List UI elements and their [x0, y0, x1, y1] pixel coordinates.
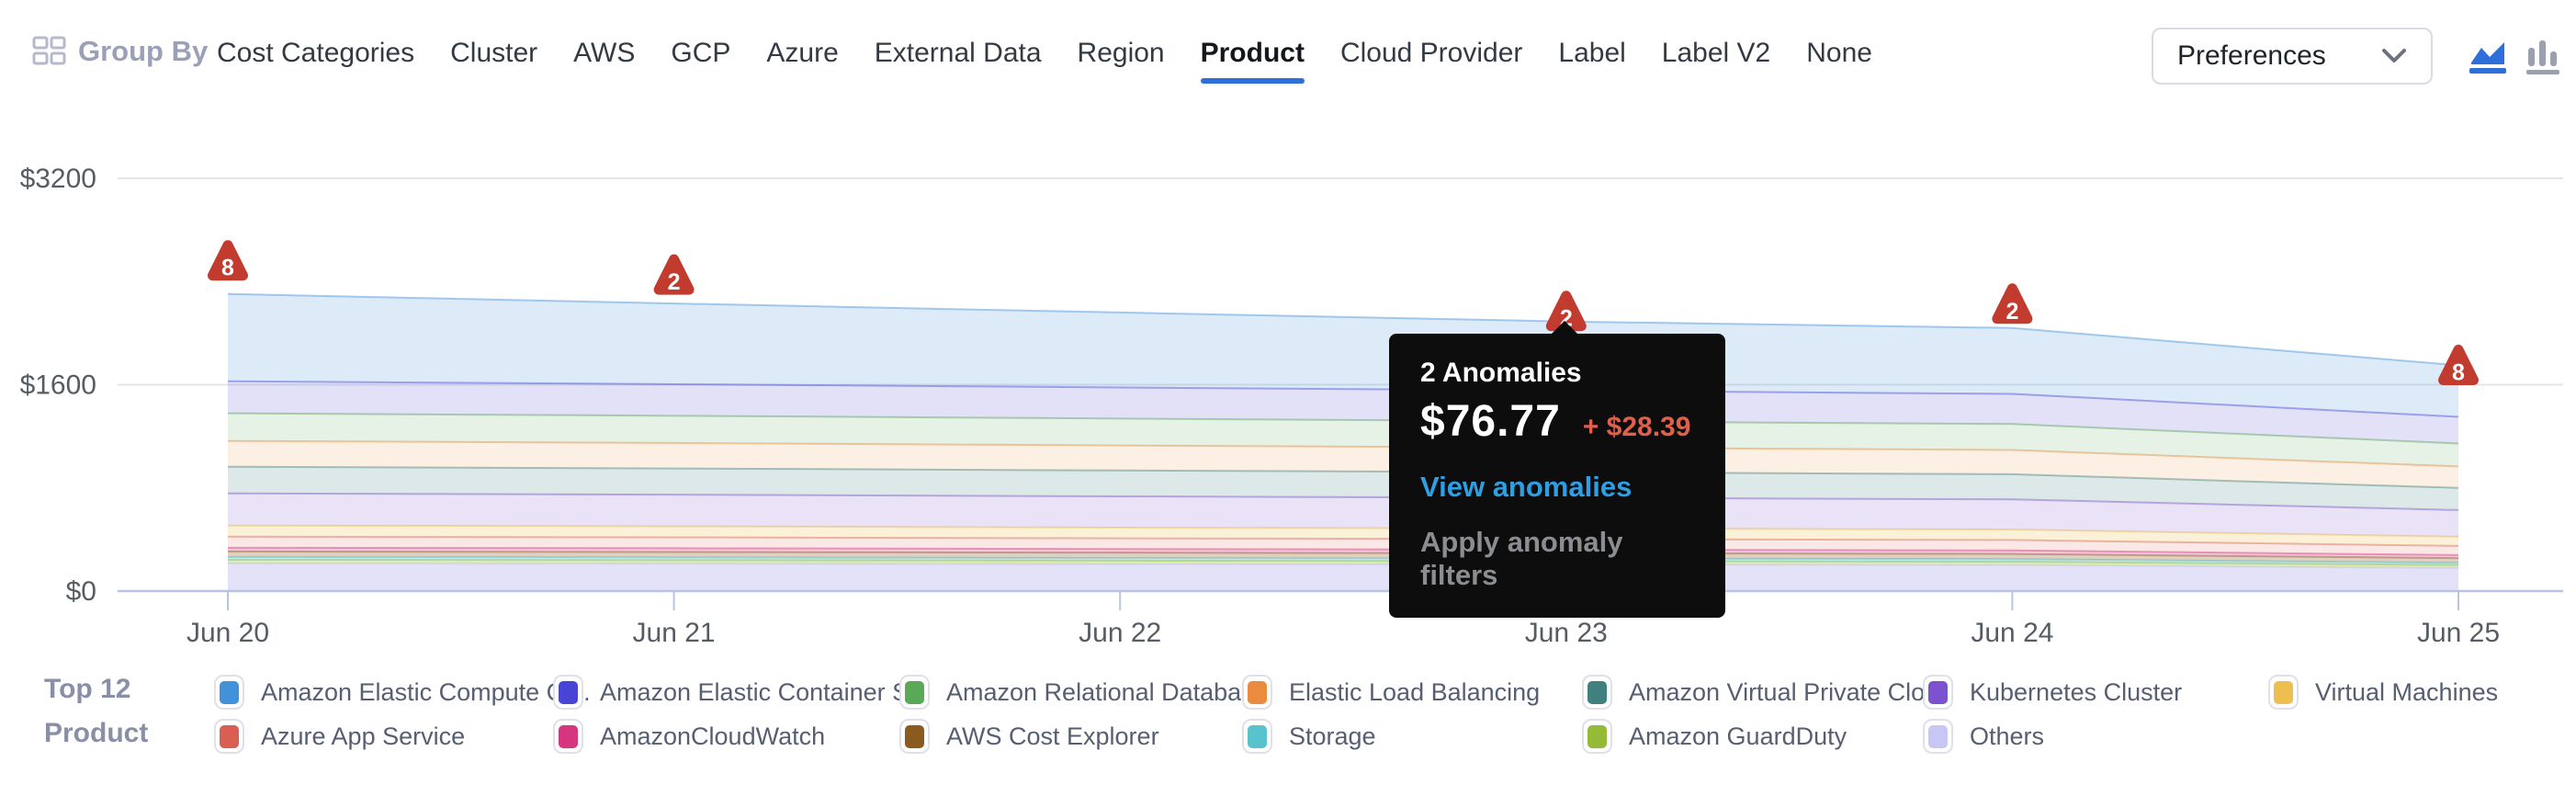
legend-item-aws-cost-explorer[interactable]: AWS Cost Explorer — [899, 719, 1159, 754]
group-by-label: Group By — [78, 35, 208, 68]
legend-color-chip — [1582, 675, 1612, 710]
chart-view-toggle — [2468, 37, 2561, 75]
anomaly-count: 8 — [2452, 359, 2465, 385]
chevron-down-icon — [2381, 48, 2407, 64]
chart-canvas[interactable]: Jun 20Jun 21Jun 22Jun 23Jun 24Jun 25$0$1… — [0, 101, 2576, 653]
tab-none[interactable]: None — [1806, 38, 1872, 69]
legend-color-chip — [1242, 675, 1272, 710]
legend-item-amazon-guardduty[interactable]: Amazon GuardDuty — [1582, 719, 1847, 754]
legend-color-chip — [899, 675, 930, 710]
group-by-label-container: Group By — [32, 35, 208, 68]
tab-aws[interactable]: AWS — [573, 38, 635, 69]
legend-item-label: Amazon Elastic Compute Cl... — [261, 678, 591, 707]
legend-item-label: Amazon Relational Databas... — [946, 678, 1274, 707]
legend-color-chip — [1923, 675, 1953, 710]
anomaly-marker-jun-21[interactable]: 2 — [659, 259, 689, 295]
preferences-label: Preferences — [2177, 40, 2326, 72]
anomaly-count: 8 — [221, 256, 234, 281]
legend-item-label: Amazon Elastic Container S... — [600, 678, 930, 707]
tab-azure[interactable]: Azure — [766, 38, 838, 69]
stacked-area-chart: Jun 20Jun 21Jun 22Jun 23Jun 24Jun 25$0$1… — [0, 101, 2576, 653]
groupby-bar: Group By Cost Categories Cluster AWS GCP Azu… — [0, 0, 2576, 101]
area-chart-icon[interactable] — [2468, 37, 2508, 75]
tooltip-tail — [1551, 321, 1578, 335]
legend-color-chip — [214, 719, 244, 754]
y-tick-label: $1600 — [20, 370, 96, 401]
anomaly-marker-jun-20[interactable]: 8 — [213, 245, 243, 281]
tooltip-anomaly-count: 2 Anomalies — [1420, 358, 1696, 389]
grid-icon — [32, 36, 67, 67]
anomaly-tooltip: 2 Anomalies $76.77 + $28.39 View anomali… — [1389, 334, 1725, 618]
legend-item-label: Amazon GuardDuty — [1629, 722, 1847, 751]
apply-anomaly-filters-link[interactable]: Apply anomaly filters — [1420, 526, 1696, 592]
legend-item-amazon-virtual-private-cloud[interactable]: Amazon Virtual Private Cloud — [1582, 675, 1952, 710]
legend-item-label: AmazonCloudWatch — [600, 722, 825, 751]
legend-title-line1: Top 12 — [44, 667, 148, 711]
anomaly-count: 2 — [668, 269, 681, 295]
legend-color-chip — [1242, 719, 1272, 754]
legend-color-chip — [1582, 719, 1612, 754]
bar-chart-icon[interactable] — [2525, 37, 2561, 75]
legend-item-virtual-machines[interactable]: Virtual Machines — [2268, 675, 2498, 710]
area-band-others[interactable] — [228, 563, 2458, 591]
legend-item-label: AWS Cost Explorer — [946, 722, 1159, 751]
legend-item-others[interactable]: Others — [1923, 719, 2044, 754]
anomaly-marker-jun-25[interactable]: 8 — [2444, 349, 2474, 385]
legend-item-label: Elastic Load Balancing — [1289, 678, 1540, 707]
view-anomalies-link[interactable]: View anomalies — [1420, 471, 1696, 504]
legend-item-amazon-elastic-compute-cl[interactable]: Amazon Elastic Compute Cl... — [214, 675, 591, 710]
preferences-dropdown[interactable]: Preferences — [2152, 28, 2433, 85]
legend-item-label: Virtual Machines — [2315, 678, 2498, 707]
tab-label-v2[interactable]: Label V2 — [1662, 38, 1770, 69]
y-tick-label: $3200 — [20, 164, 96, 194]
legend-title: Top 12 Product — [44, 667, 148, 756]
anomaly-marker-jun-24[interactable]: 2 — [1997, 289, 2028, 324]
tooltip-cost-value: $76.77 — [1420, 396, 1561, 447]
legend-item-amazoncloudwatch[interactable]: AmazonCloudWatch — [553, 719, 825, 754]
legend-item-kubernetes-cluster[interactable]: Kubernetes Cluster — [1923, 675, 2182, 710]
chart-legend: Top 12 Product Amazon Elastic Compute Cl… — [0, 643, 2576, 785]
y-tick-label: $0 — [66, 576, 96, 607]
tab-external-data[interactable]: External Data — [875, 38, 1042, 69]
group-by-tabs: Cost Categories Cluster AWS GCP Azure Externa… — [217, 28, 1872, 79]
legend-color-chip — [553, 675, 583, 710]
anomaly-count: 2 — [2005, 299, 2018, 324]
legend-title-line2: Product — [44, 711, 148, 756]
tab-product[interactable]: Product — [1201, 38, 1305, 69]
tooltip-cost-delta: + $28.39 — [1583, 412, 1691, 443]
tab-region[interactable]: Region — [1078, 38, 1165, 69]
legend-item-amazon-relational-databas[interactable]: Amazon Relational Databas... — [899, 675, 1274, 710]
legend-item-label: Storage — [1289, 722, 1376, 751]
legend-color-chip — [899, 719, 930, 754]
tab-cluster[interactable]: Cluster — [450, 38, 537, 69]
tab-cost-categories[interactable]: Cost Categories — [217, 38, 414, 69]
legend-color-chip — [553, 719, 583, 754]
legend-item-label: Kubernetes Cluster — [1970, 678, 2182, 707]
tab-gcp[interactable]: GCP — [671, 38, 730, 69]
legend-color-chip — [1923, 719, 1953, 754]
legend-item-label: Amazon Virtual Private Cloud — [1629, 678, 1952, 707]
legend-item-label: Azure App Service — [261, 722, 465, 751]
legend-item-azure-app-service[interactable]: Azure App Service — [214, 719, 465, 754]
legend-item-amazon-elastic-container-s[interactable]: Amazon Elastic Container S... — [553, 675, 930, 710]
legend-item-elastic-load-balancing[interactable]: Elastic Load Balancing — [1242, 675, 1540, 710]
tab-label[interactable]: Label — [1558, 38, 1625, 69]
legend-item-label: Others — [1970, 722, 2044, 751]
tab-cloud-provider[interactable]: Cloud Provider — [1340, 38, 1522, 69]
legend-color-chip — [214, 675, 244, 710]
legend-color-chip — [2268, 675, 2299, 710]
legend-item-storage[interactable]: Storage — [1242, 719, 1376, 754]
